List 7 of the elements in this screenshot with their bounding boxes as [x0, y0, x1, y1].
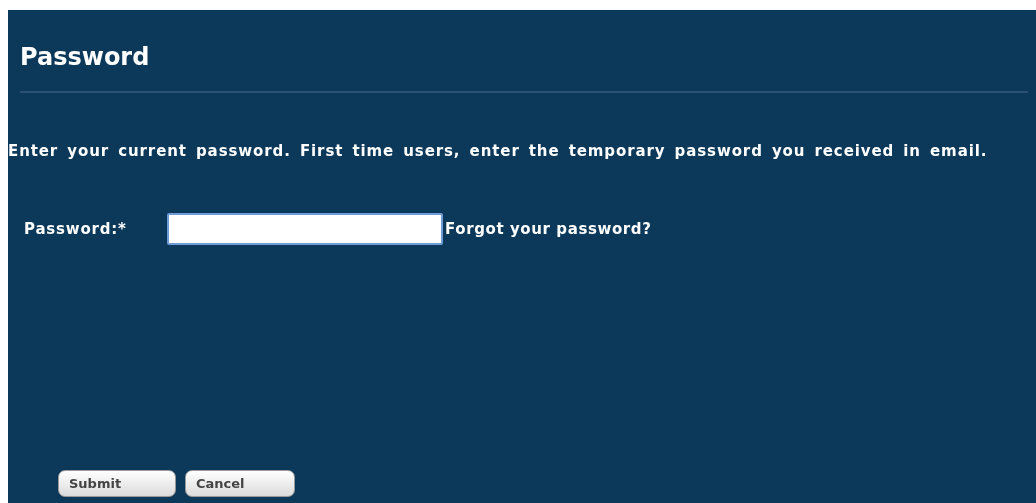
- password-field[interactable]: [167, 213, 443, 245]
- forgot-password-link[interactable]: Forgot your password?: [445, 220, 652, 238]
- instruction-text: Enter your current password. First time users, enter the temporary password you received in email.: [8, 142, 988, 160]
- password-label: Password:*: [24, 220, 128, 238]
- form-button[interactable]: Submit: [58, 470, 176, 497]
- page-title: Password: [20, 44, 150, 70]
- form-button[interactable]: Cancel: [185, 470, 295, 497]
